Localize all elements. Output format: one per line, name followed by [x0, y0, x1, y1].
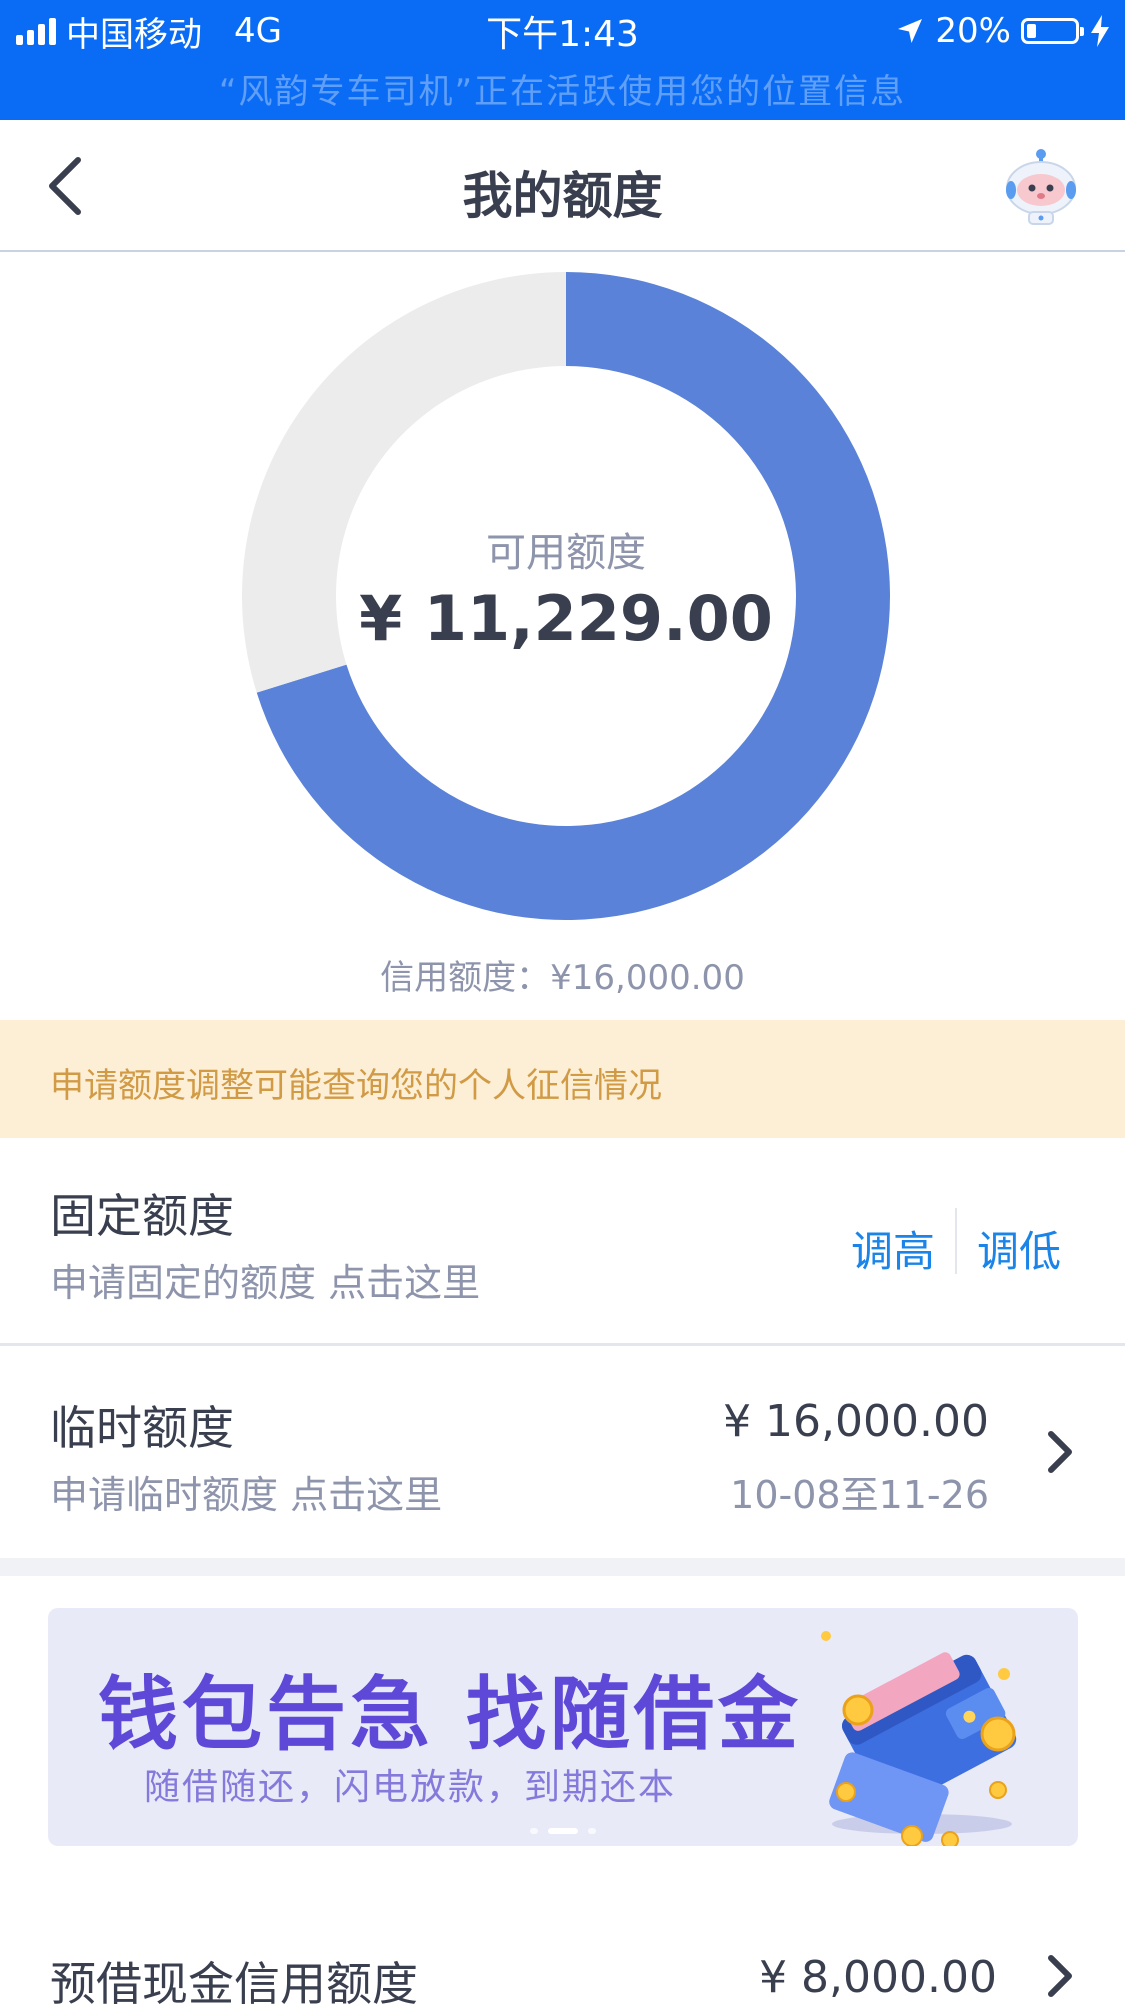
cash-advance-title: 预借现金信用额度 [50, 1957, 418, 2011]
location-arrow-icon [898, 19, 923, 43]
raise-quota-button[interactable]: 调高 [851, 1218, 935, 1279]
promo-subline: 随借随还，闪电放款，到期还本 [144, 1767, 677, 1808]
page-title: 我的额度 [462, 167, 663, 225]
carousel-dot[interactable] [588, 1828, 596, 1834]
charging-bolt-icon [1091, 15, 1109, 47]
fixed-quota-row[interactable]: 固定额度 申请固定的额度 点击这里 调高 调低 [0, 1140, 1125, 1346]
available-quota-value: ¥ 11,229.00 [359, 582, 773, 655]
location-banner[interactable]: “风韵专车司机”正在活跃使用您的位置信息 [0, 64, 1125, 113]
credit-limit-text: 信用额度：¥16,000.00 [380, 958, 745, 998]
cash-advance-amount: ¥ 8,000.00 [759, 1952, 997, 2003]
temp-quota-period: 10-08至11-26 [730, 1473, 989, 1517]
promo-banner[interactable]: 钱包告急 找随借金 随借随还，闪电放款，到期还本 [48, 1608, 1078, 1846]
chevron-right-icon[interactable] [1045, 1952, 1075, 2000]
battery-percent: 20% [935, 11, 1011, 51]
wallet-coins-icon [821, 1631, 1017, 1846]
status-right: 20% [895, 6, 1111, 56]
robot-assistant-icon[interactable] [1001, 144, 1081, 228]
cash-advance-row[interactable]: 预借现金信用额度 ¥ 8,000.00 [0, 1900, 1125, 2011]
temp-quota-amount: ¥ 16,000.00 [723, 1396, 989, 1447]
fixed-quota-subtitle[interactable]: 申请固定的额度 点击这里 [50, 1252, 480, 1307]
temp-quota-subtitle[interactable]: 申请临时额度 点击这里 [50, 1464, 442, 1519]
carousel-dot[interactable] [530, 1828, 538, 1834]
available-quota-chart: 可用额度 ¥ 11,229.00 [241, 272, 891, 921]
credit-notice: 申请额度调整可能查询您的个人征信情况 [0, 1020, 1125, 1138]
temp-quota-row[interactable]: 临时额度 申请临时额度 点击这里 ¥ 16,000.00 10-08至11-26 [0, 1348, 1125, 1558]
promo-headline: 钱包告急 找随借金 [98, 1668, 802, 1761]
nav-bar: 我的额度 [0, 120, 1125, 252]
battery-icon [1021, 18, 1084, 44]
carousel-dot-active[interactable] [548, 1828, 578, 1834]
chevron-right-icon[interactable] [1045, 1428, 1075, 1476]
section-gap [0, 1558, 1125, 1576]
carousel-indicator[interactable] [48, 1828, 1078, 1834]
lower-quota-button[interactable]: 调低 [977, 1218, 1061, 1279]
status-bar: 中国移动 4G 下午1:43 20% “风韵专车司机”正在活跃使用您的位置信息 [0, 0, 1125, 120]
fixed-quota-title: 固定额度 [50, 1189, 234, 1243]
available-quota-label: 可用额度 [486, 530, 646, 576]
button-divider [955, 1208, 957, 1274]
temp-quota-title: 临时额度 [50, 1401, 234, 1455]
credit-notice-text: 申请额度调整可能查询您的个人征信情况 [50, 1066, 662, 1106]
